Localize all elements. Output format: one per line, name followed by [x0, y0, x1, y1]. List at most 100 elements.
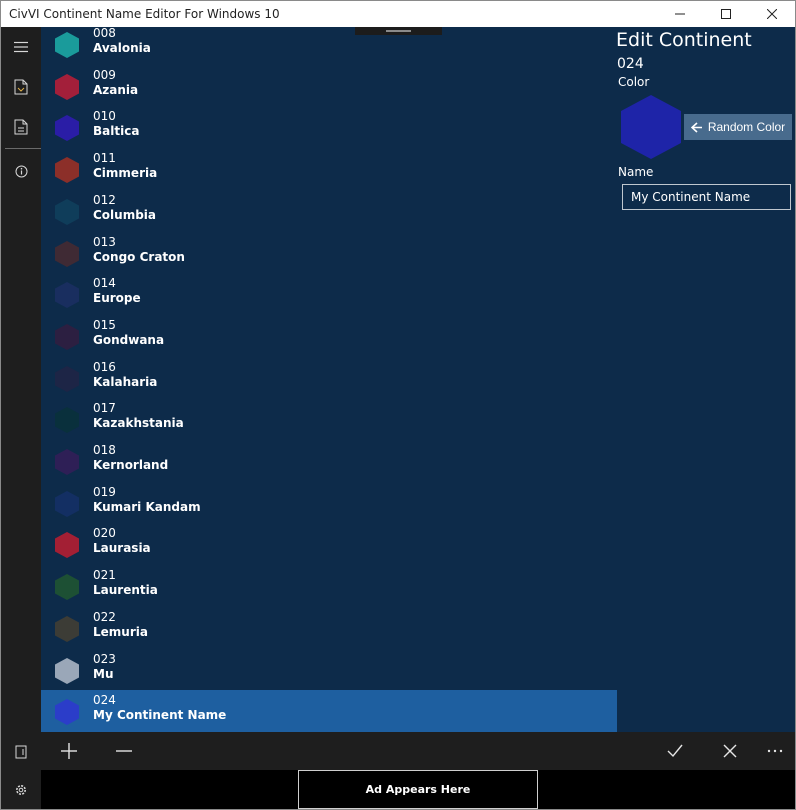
continent-number: 008: [93, 27, 116, 40]
open-file-button[interactable]: [1, 67, 41, 107]
command-bar: [41, 732, 795, 770]
continent-number: 014: [93, 276, 116, 291]
cancel-button[interactable]: [710, 732, 750, 770]
close-window-button[interactable]: [749, 1, 795, 27]
continent-color-hexagon: [55, 532, 79, 559]
continent-list[interactable]: 008 Avalonia 009 Azania 010 Baltica 011 Cimmeri…: [41, 27, 617, 732]
close-icon: [723, 744, 737, 758]
settings-button[interactable]: [1, 770, 41, 809]
continent-number: 023: [93, 651, 116, 666]
more-icon: [767, 749, 783, 753]
continent-number: 015: [93, 317, 116, 332]
list-item[interactable]: 024 My Continent Name: [41, 690, 617, 732]
edit-title: Edit Continent: [616, 29, 752, 51]
maximize-button[interactable]: [703, 1, 749, 27]
list-item[interactable]: 012 Columbia: [41, 190, 617, 232]
continent-number: 016: [93, 359, 116, 374]
edit-continent-number: 024: [617, 56, 644, 72]
list-item[interactable]: 015 Gondwana: [41, 315, 617, 357]
export-button[interactable]: [1, 732, 41, 772]
rail-divider: [5, 148, 41, 149]
list-item[interactable]: 011 Cimmeria: [41, 148, 617, 190]
list-item[interactable]: 017 Kazakhstania: [41, 398, 617, 440]
continent-number: 011: [93, 151, 116, 166]
continent-name: Congo Craton: [93, 249, 185, 264]
navigation-rail: [1, 27, 41, 809]
continent-number: 018: [93, 443, 116, 457]
continent-name: Gondwana: [93, 332, 165, 347]
continent-name: Laurasia: [93, 541, 151, 556]
name-label: Name: [618, 165, 654, 179]
title-bar: CivVI Continent Name Editor For Windows …: [1, 1, 795, 27]
continent-name: Baltica: [93, 124, 140, 139]
continent-name: Laurentia: [93, 583, 158, 598]
list-item[interactable]: 013 Congo Craton: [41, 232, 617, 274]
continent-name: Kumari Kandam: [93, 499, 201, 514]
color-label: Color: [618, 75, 650, 89]
remove-button[interactable]: [104, 732, 144, 770]
continent-name-input[interactable]: [622, 184, 791, 210]
save-file-icon: [14, 119, 28, 135]
add-button[interactable]: [49, 732, 89, 770]
save-file-button[interactable]: [1, 107, 41, 147]
continent-name: My Continent Name: [93, 708, 227, 723]
maximize-icon: [721, 9, 731, 19]
minimize-icon: [675, 13, 685, 15]
random-color-button[interactable]: Random Color: [684, 114, 792, 140]
hamburger-menu-button[interactable]: [1, 27, 41, 67]
continent-color-hexagon: [55, 657, 79, 684]
continent-number: 012: [93, 192, 116, 207]
list-item[interactable]: 014 Europe: [41, 273, 617, 315]
continent-number: 010: [93, 109, 116, 124]
open-file-icon: [14, 79, 28, 95]
close-window-icon: [767, 9, 777, 19]
list-item[interactable]: 018 Kernorland: [41, 440, 617, 482]
export-icon: [15, 745, 27, 759]
list-item[interactable]: 019 Kumari Kandam: [41, 482, 617, 524]
continent-color-hexagon: [55, 157, 79, 184]
continent-number: 024: [93, 693, 116, 708]
continent-number: 021: [93, 568, 116, 583]
continent-name: Europe: [93, 291, 141, 306]
continent-color-hexagon: [55, 449, 79, 475]
drag-handle[interactable]: [355, 27, 442, 35]
list-item[interactable]: 020 Laurasia: [41, 523, 617, 565]
continent-name: Kazakhstania: [93, 416, 184, 431]
list-item[interactable]: 022 Lemuria: [41, 607, 617, 649]
list-item[interactable]: 010 Baltica: [41, 106, 617, 148]
continent-number: 019: [93, 484, 116, 499]
window-title: CivVI Continent Name Editor For Windows …: [9, 7, 280, 21]
color-swatch-hexagon[interactable]: [621, 95, 681, 159]
main-content: 008 Avalonia 009 Azania 010 Baltica 011 Cimmeri…: [41, 27, 795, 732]
ad-banner[interactable]: Ad Appears Here: [298, 770, 538, 809]
minimize-button[interactable]: [657, 1, 703, 27]
list-item[interactable]: 021 Laurentia: [41, 565, 617, 607]
more-button[interactable]: [755, 732, 795, 770]
continent-color-hexagon: [55, 699, 79, 726]
continent-color-hexagon: [55, 115, 79, 142]
accept-button[interactable]: [655, 732, 695, 770]
hamburger-icon: [14, 41, 28, 53]
continent-color-hexagon: [55, 32, 79, 58]
list-item[interactable]: 008 Avalonia: [41, 27, 617, 65]
continent-name: Lemuria: [93, 624, 148, 639]
list-item[interactable]: 016 Kalaharia: [41, 357, 617, 399]
list-item[interactable]: 023 Mu: [41, 649, 617, 691]
edit-panel: Edit Continent 024 Color Random Color Na…: [616, 27, 795, 732]
info-icon: [15, 165, 27, 177]
continent-name: Azania: [93, 82, 139, 97]
minus-icon: [116, 750, 132, 752]
plus-icon: [61, 743, 77, 759]
continent-color-hexagon: [55, 490, 79, 517]
continent-color-hexagon: [55, 73, 79, 100]
continent-number: 022: [93, 609, 116, 624]
ad-text: Ad Appears Here: [365, 783, 471, 796]
continent-number: 009: [93, 67, 116, 82]
continent-name: Mu: [93, 666, 114, 681]
continent-number: 020: [93, 526, 116, 541]
continent-number: 013: [93, 234, 116, 249]
about-button[interactable]: [1, 151, 41, 191]
continent-color-hexagon: [55, 615, 79, 642]
continent-name: Avalonia: [93, 41, 151, 55]
list-item[interactable]: 009 Azania: [41, 65, 617, 107]
